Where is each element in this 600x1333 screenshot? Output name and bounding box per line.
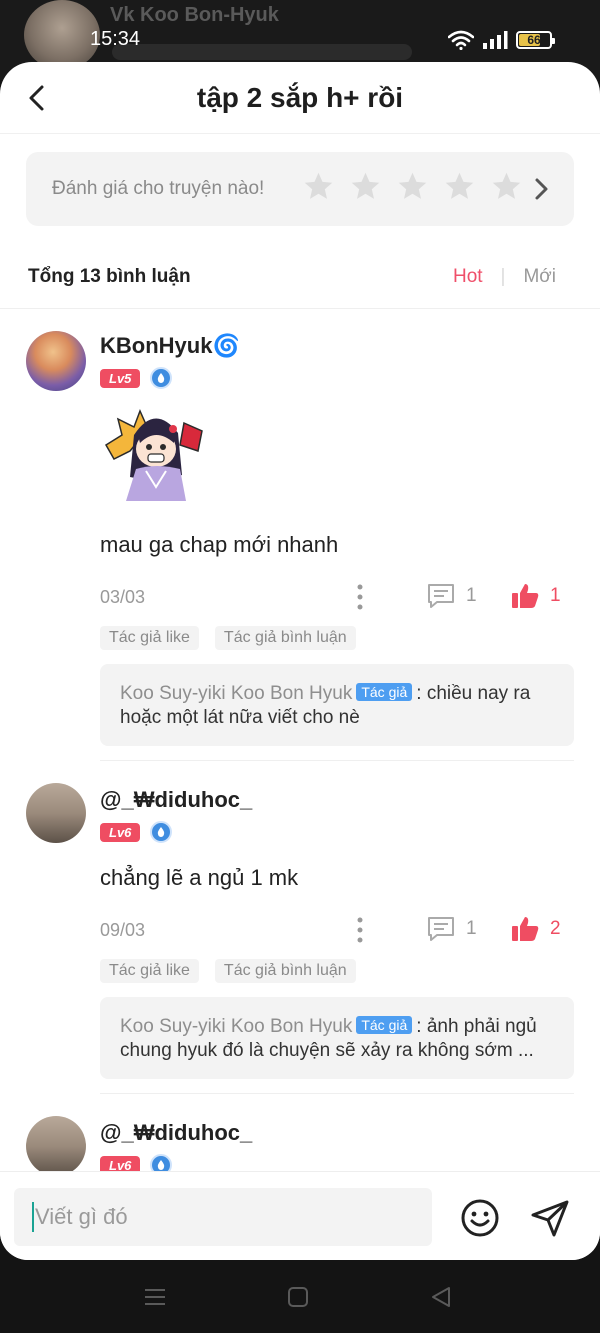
user-badges: Lv5 xyxy=(100,367,574,389)
battery-icon: 66 xyxy=(516,31,555,49)
like-count: 1 xyxy=(550,585,561,606)
status-icons: 66 xyxy=(448,30,555,50)
reply-author: Koo Suy-yiki Koo Bon Hyuk xyxy=(120,683,353,704)
rating-bar[interactable]: Đánh giá cho truyện nào! xyxy=(26,152,574,226)
home-square-icon[interactable] xyxy=(287,1286,309,1308)
comment-item: KBonHyuk🌀 Lv5 mau ga chap mới nhanh 03/0… xyxy=(0,329,600,746)
comment-separator xyxy=(100,760,574,761)
sort-tab-new[interactable]: Mới xyxy=(523,266,556,288)
header: tập 2 sắp h+ rồi xyxy=(0,62,600,134)
menu-icon[interactable] xyxy=(144,1286,166,1308)
comment-date: 09/03 xyxy=(100,919,146,940)
chevron-right-icon[interactable] xyxy=(530,176,552,202)
comment-bubble-icon xyxy=(428,917,454,941)
emoji-icon[interactable] xyxy=(460,1198,500,1238)
star-icon[interactable] xyxy=(396,170,429,203)
comment-input-placeholder: Viết gì đó xyxy=(35,1204,128,1229)
reply-button[interactable]: 1 xyxy=(426,915,477,943)
comment-input-bar: Viết gì đó xyxy=(0,1171,600,1260)
author-badge: Tác giả xyxy=(356,683,413,701)
star-icon[interactable] xyxy=(349,170,382,203)
comment-bubble-icon xyxy=(428,584,454,608)
rating-prompt: Đánh giá cho truyện nào! xyxy=(52,178,265,199)
comment-meta: 03/03 1 1 xyxy=(100,582,574,612)
comment-summary: Tổng 13 bình luận Hot | Mới xyxy=(0,260,600,294)
more-options-icon[interactable] xyxy=(356,584,364,610)
anime-girl-sticker-icon xyxy=(104,409,203,501)
sort-tabs: Hot | Mới xyxy=(453,266,572,288)
author-badge: Tác giả xyxy=(356,1016,413,1034)
star-icon[interactable] xyxy=(490,170,523,203)
like-button[interactable]: 1 xyxy=(510,582,561,610)
thumbs-up-icon xyxy=(512,917,539,941)
sort-separator: | xyxy=(500,266,506,287)
author-reply[interactable]: Koo Suy-yiki Koo Bon Hyuk Tác giả: ảnh ph… xyxy=(100,997,574,1079)
avatar[interactable] xyxy=(26,783,86,843)
reply-count: 1 xyxy=(466,585,477,606)
author-commented-tag: Tác giả bình luận xyxy=(214,626,356,650)
background-placeholder-bar xyxy=(112,44,412,60)
rating-stars xyxy=(302,170,523,203)
reply-button[interactable]: 1 xyxy=(426,582,477,610)
level-badge: Lv6 xyxy=(100,822,141,842)
like-count: 2 xyxy=(550,918,561,939)
level-badge: Lv5 xyxy=(100,368,141,388)
author-commented-tag: Tác giả bình luận xyxy=(214,959,356,983)
droplet-badge-icon xyxy=(150,367,173,389)
like-button[interactable]: 2 xyxy=(510,915,561,943)
thumbs-up-icon xyxy=(512,584,539,608)
page-title: tập 2 sắp h+ rồi xyxy=(196,81,404,113)
avatar[interactable] xyxy=(26,331,86,391)
divider xyxy=(0,308,600,309)
comment-date: 03/03 xyxy=(100,586,146,607)
user-badges: Lv6 xyxy=(100,821,574,843)
author-liked-tag: Tác giả like xyxy=(100,959,199,983)
text-caret xyxy=(32,1202,34,1232)
comment-item: @_₩diduhoc_ Lv6 chẳng lẽ a ngủ 1 mk 09/0… xyxy=(0,783,600,1079)
comment-tags: Tác giả like Tác giả bình luận xyxy=(100,959,574,983)
star-icon[interactable] xyxy=(443,170,476,203)
reply-author: Koo Suy-yiki Koo Bon Hyuk xyxy=(120,1016,353,1037)
comment-separator xyxy=(100,1093,574,1094)
comment-input[interactable]: Viết gì đó xyxy=(14,1188,432,1246)
comment-tags: Tác giả like Tác giả bình luận xyxy=(100,626,574,650)
comment-text: chẳng lẽ a ngủ 1 mk xyxy=(100,865,299,890)
author-liked-tag: Tác giả like xyxy=(100,626,199,650)
more-options-icon[interactable] xyxy=(356,917,364,943)
comment-text: mau ga chap mới nhanh xyxy=(100,532,339,557)
comment-username[interactable]: @_₩diduhoc_ xyxy=(100,1116,574,1148)
comment-total: Tổng 13 bình luận xyxy=(28,266,191,287)
comments-sheet: tập 2 sắp h+ rồi Đánh giá cho truyện nào… xyxy=(0,62,600,1260)
back-arrow-icon[interactable] xyxy=(22,82,54,114)
avatar[interactable] xyxy=(26,1116,86,1176)
droplet-badge-icon xyxy=(150,821,173,843)
wifi-icon xyxy=(448,30,474,50)
background-profile-avatar xyxy=(24,0,100,70)
system-navigation-bar xyxy=(0,1260,600,1333)
battery-level: 66 xyxy=(527,33,541,47)
background-profile-name: Vk Koo Bon-Hyuk xyxy=(110,4,279,26)
comment-item: @_₩diduhoc_ Lv6 xyxy=(0,1116,600,1176)
send-icon[interactable] xyxy=(530,1198,570,1238)
signal-icon xyxy=(483,31,508,49)
comment-username[interactable]: @_₩diduhoc_ xyxy=(100,783,574,815)
status-time: 15:34 xyxy=(90,28,141,50)
author-reply[interactable]: Koo Suy-yiki Koo Bon Hyuk Tác giả: chiều … xyxy=(100,664,574,746)
star-icon[interactable] xyxy=(302,170,335,203)
sort-tab-hot[interactable]: Hot xyxy=(453,266,483,288)
comment-username[interactable]: KBonHyuk🌀 xyxy=(100,329,574,361)
comment-meta: 09/03 1 2 xyxy=(100,915,574,945)
back-triangle-icon[interactable] xyxy=(430,1286,452,1308)
reply-count: 1 xyxy=(466,918,477,939)
